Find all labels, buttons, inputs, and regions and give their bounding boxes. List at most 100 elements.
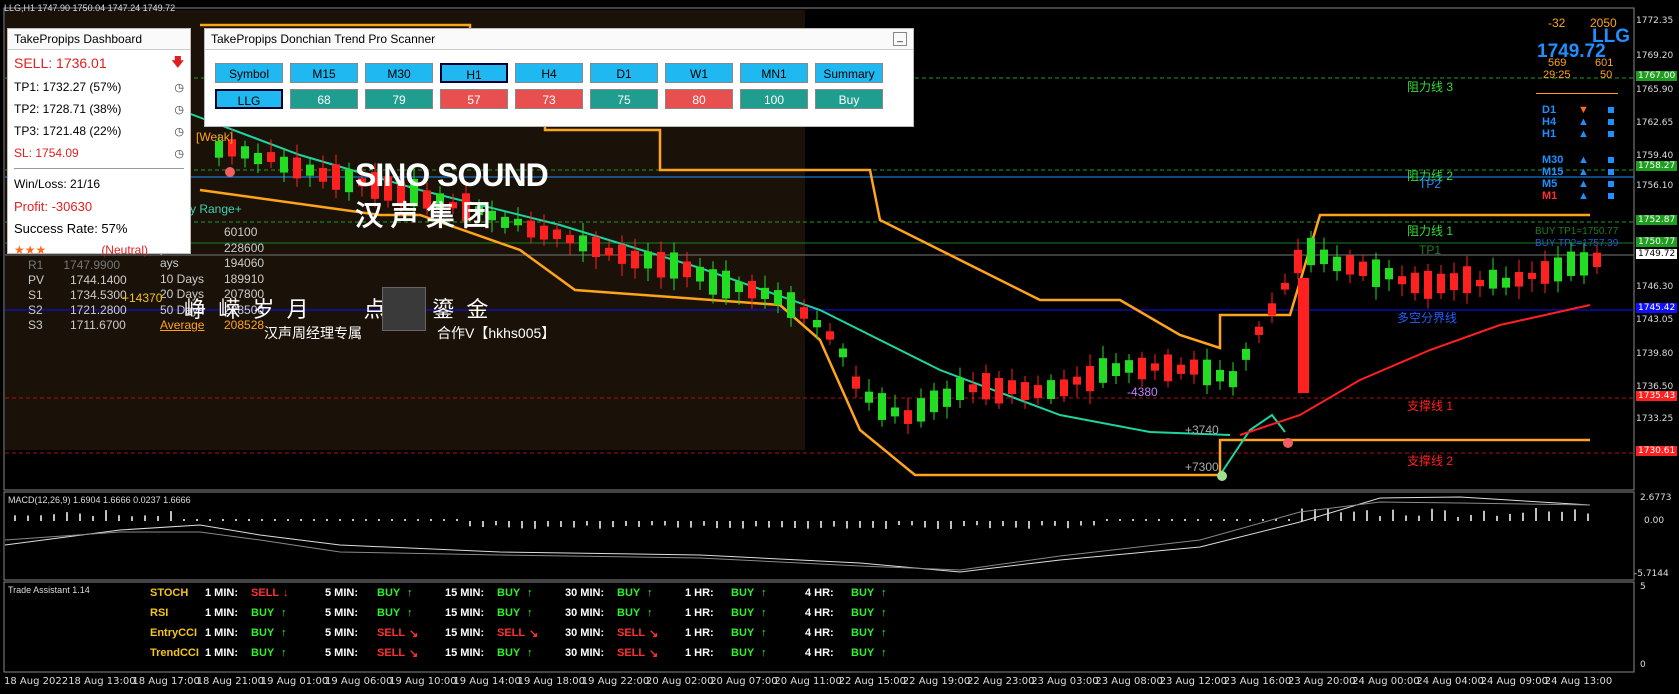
assistant-signal: BUY [731, 627, 755, 639]
scanner-header-h1[interactable]: H1 [440, 63, 508, 83]
price-axis-label: 1730.61 [1636, 446, 1678, 456]
time-axis-label: 22 Aug 19:00 [902, 676, 971, 687]
assistant-timeframe: 1 HR: [685, 607, 714, 619]
top-right-a1: 569 [1548, 57, 1567, 69]
scanner-cell-symbol[interactable]: LLG [215, 89, 283, 109]
time-axis-label: 23 Aug 03:00 [1031, 676, 1099, 687]
plus-label: +14370 [122, 291, 163, 305]
arrow-down-icon: ↓ [283, 587, 289, 599]
candle-body [1333, 256, 1341, 272]
candle-body [943, 388, 951, 407]
top-right-a2: 601 [1595, 57, 1614, 69]
time-axis-label: 24 Aug 13:00 [1544, 676, 1613, 687]
candle-body [1359, 261, 1367, 276]
scanner-header-h4[interactable]: H4 [515, 63, 583, 83]
arrow-up-icon: ↑ [281, 647, 287, 659]
clock-icon: ◷ [174, 81, 184, 94]
candle-body [1307, 237, 1315, 266]
assistant-timeframe: 1 MIN: [205, 647, 238, 659]
tf-trend-square-icon [1608, 157, 1614, 163]
arrow-up-icon: ↑ [527, 647, 533, 659]
pivot-name: S3 [28, 318, 43, 332]
arrow-up-icon: ↑ [407, 607, 413, 619]
candle-body [553, 229, 561, 240]
macd-signal-line [4, 496, 1591, 573]
candle-body [1281, 282, 1289, 290]
clock-icon: ◷ [174, 125, 184, 138]
arrow-up-icon: ↑ [881, 627, 887, 639]
tf-trend-row: H1 ▲ [1542, 128, 1622, 140]
scanner-header-mn1[interactable]: MN1 [740, 63, 808, 83]
assistant-signal: BUY [497, 587, 521, 599]
pivot-value: 1721.2800 [70, 303, 127, 317]
scanner-cell-mn1[interactable]: 100 [740, 89, 808, 109]
arrow-up-icon: ↑ [527, 587, 533, 599]
support2-label: 支撑线 2 [1407, 454, 1454, 468]
candle-body [293, 157, 301, 179]
scanner-header-summary[interactable]: Summary [815, 63, 883, 83]
time-axis-label: 23 Aug 20:00 [1288, 676, 1356, 687]
assistant-timeframe: 5 MIN: [325, 607, 358, 619]
dashboard-panel[interactable]: TakePropips Dashboard SELL: 1736.01 🡇 TP1… [7, 28, 191, 257]
candle-body [683, 261, 691, 278]
assistant-signal: BUY [731, 647, 755, 659]
candle-body [605, 247, 613, 256]
candle-body [566, 235, 574, 244]
candle-body [579, 235, 587, 252]
arrow-up-icon: ↑ [647, 587, 653, 599]
scanner-header-m15[interactable]: M15 [290, 63, 358, 83]
tp2-label: TP2 [1419, 177, 1442, 191]
assistant-timeframe: 4 HR: [805, 627, 834, 639]
scanner-cell-d1[interactable]: 75 [590, 89, 658, 109]
scanner-cell-w1[interactable]: 80 [665, 89, 733, 109]
minimize-button[interactable]: _ [893, 32, 907, 46]
price-axis-label: 1767.00 [1636, 71, 1678, 81]
candle-body [1034, 385, 1042, 398]
assistant-timeframe: 1 MIN: [205, 627, 238, 639]
candle-body [1073, 376, 1081, 385]
price-axis-label: 1743.05 [1636, 315, 1674, 325]
time-axis-label: 23 Aug 08:00 [1095, 676, 1163, 687]
assistant-signal: SELL [251, 587, 280, 599]
pivot-name: S1 [28, 288, 43, 302]
candle-body [774, 290, 782, 305]
watermark-slogan: 峥 嵘 岁 月 点 滴 鎏 金 [184, 297, 489, 322]
scanner-cell-h1[interactable]: 57 [440, 89, 508, 109]
candle-body [917, 398, 925, 422]
pivot-value: 1734.5300 [70, 288, 127, 302]
scanner-cell-m15[interactable]: 68 [290, 89, 358, 109]
candle-body [618, 244, 626, 264]
candle-body [1021, 382, 1029, 400]
scanner-header-m30[interactable]: M30 [365, 63, 433, 83]
assistant-signal: SELL [617, 647, 646, 659]
tf-trend-square-icon [1608, 107, 1614, 113]
scanner-cell-m30[interactable]: 79 [365, 89, 433, 109]
minus4380-label: -4380 [1127, 385, 1158, 399]
scanner-title-bar: TakePropips Donchian Trend Pro Scanner _ [205, 29, 913, 50]
range-label: 10 Days [160, 271, 205, 286]
candle-body [657, 251, 665, 278]
scanner-header-w1[interactable]: W1 [665, 63, 733, 83]
dashboard-winloss: Win/Loss: 21/16 [14, 177, 101, 191]
arrow-up-icon: ↑ [527, 607, 533, 619]
arrow-up-icon: ↑ [761, 587, 767, 599]
pivot-name: PV [28, 273, 45, 287]
scanner-header-symbol[interactable]: Symbol [215, 63, 283, 83]
price-axis-label: 1752.87 [1636, 215, 1678, 225]
tp1-label: TP1 [1419, 243, 1442, 257]
scanner-cell-h4[interactable]: 73 [515, 89, 583, 109]
tf-trend-row: M15 ▲ [1542, 166, 1622, 178]
price-axis-label: 1769.20 [1636, 51, 1674, 61]
scanner-cell-summary[interactable]: Buy [815, 89, 883, 109]
assistant-timeframe: 5 MIN: [325, 647, 358, 659]
price-axis-label: 1762.65 [1636, 118, 1674, 128]
weak-label: [Weak] [196, 130, 234, 144]
time-axis-label: 23 Aug 12:00 [1159, 676, 1228, 687]
scanner-panel[interactable]: TakePropips Donchian Trend Pro Scanner _… [204, 28, 914, 127]
buy-tp2-label: BUY TP2=1757.39 [1535, 238, 1619, 249]
assistant-timeframe: 4 HR: [805, 587, 834, 599]
clock-icon: ◷ [174, 103, 184, 116]
candle-body [1476, 279, 1484, 287]
candle-body [280, 156, 288, 173]
scanner-header-d1[interactable]: D1 [590, 63, 658, 83]
